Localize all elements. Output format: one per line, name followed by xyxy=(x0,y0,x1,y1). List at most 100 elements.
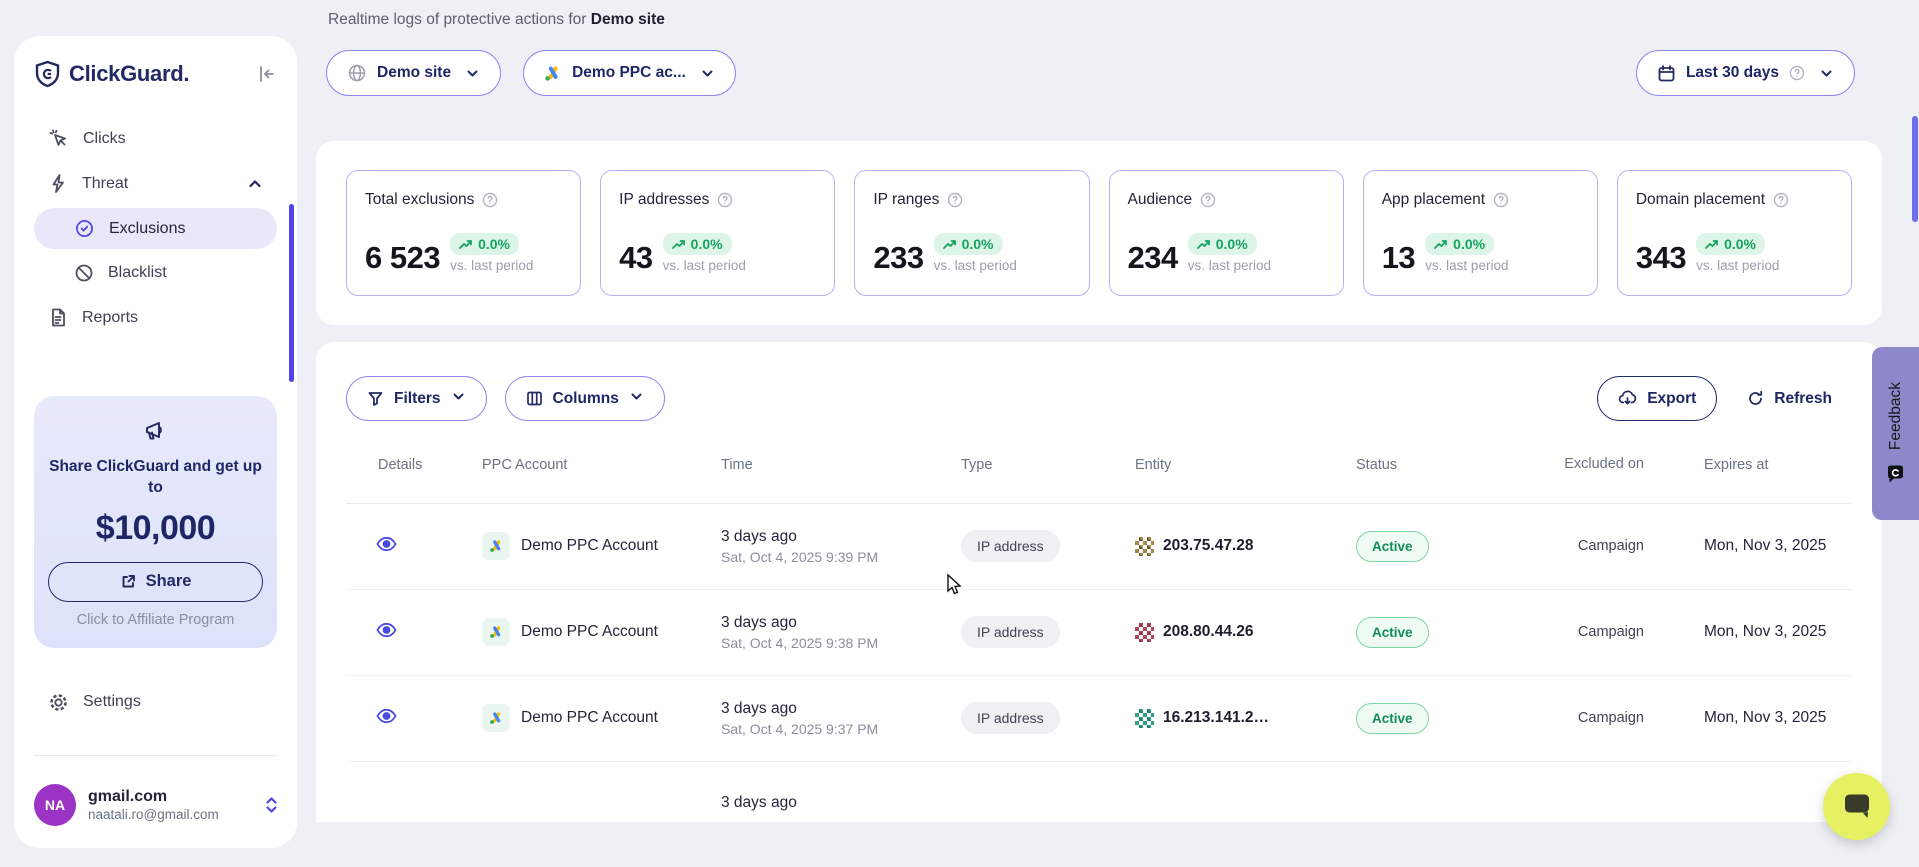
stat-delta-value: 0.0% xyxy=(1724,236,1756,252)
help-circle-icon[interactable] xyxy=(1789,65,1805,81)
time-absolute: Sat, Oct 4, 2025 9:38 PM xyxy=(721,635,961,651)
stat-label: Total exclusions xyxy=(365,191,474,209)
nav-label: Threat xyxy=(82,175,128,193)
cloud-download-icon xyxy=(1618,390,1637,407)
status-badge: Active xyxy=(1356,703,1429,734)
time-relative: 3 days ago xyxy=(721,794,961,812)
view-details-eye-icon[interactable] xyxy=(376,708,397,724)
brand-logo[interactable]: ClickGuard. xyxy=(34,60,189,88)
export-button[interactable]: Export xyxy=(1597,376,1717,421)
help-circle-icon[interactable] xyxy=(1493,192,1509,208)
page-scrollbar[interactable] xyxy=(1912,116,1918,222)
help-circle-icon[interactable] xyxy=(1773,192,1789,208)
col-header-status: Status xyxy=(1356,457,1546,473)
stat-delta-value: 0.0% xyxy=(478,236,510,252)
help-circle-icon[interactable] xyxy=(947,192,963,208)
stat-sub-label: vs. last period xyxy=(1188,258,1271,273)
trend-up-icon xyxy=(459,239,473,250)
nav-label: Clicks xyxy=(83,130,126,148)
sidebar-divider xyxy=(34,755,277,756)
sidebar-scrollbar[interactable] xyxy=(289,204,294,382)
sidebar-item-exclusions[interactable]: Exclusions xyxy=(34,208,277,249)
view-details-eye-icon[interactable] xyxy=(376,536,397,552)
user-email: naatali.ro@gmail.com xyxy=(88,807,219,822)
share-button[interactable]: Share xyxy=(48,562,263,602)
ppc-account-name: Demo PPC Account xyxy=(521,623,658,641)
sidebar-collapse-icon[interactable] xyxy=(257,64,277,84)
funnel-icon xyxy=(367,390,384,407)
sidebar-item-blacklist[interactable]: Blacklist xyxy=(34,253,277,293)
refresh-icon xyxy=(1747,390,1764,407)
excluded-on-value: Campaign xyxy=(1546,710,1664,726)
affiliate-promo-card: Share ClickGuard and get up to $10,000 S… xyxy=(34,396,277,648)
feedback-label: Feedback xyxy=(1887,382,1905,450)
sidebar-item-reports[interactable]: Reports xyxy=(34,297,277,338)
site-selector[interactable]: Demo site xyxy=(326,50,501,96)
help-circle-icon[interactable] xyxy=(482,192,498,208)
table-header-row: Details PPC Account Time Type Entity Sta… xyxy=(346,421,1852,504)
clickguard-shield-icon xyxy=(34,60,61,88)
exclusions-table-panel: Filters Columns Exp xyxy=(316,342,1882,822)
chevron-up-icon[interactable] xyxy=(247,176,263,192)
help-circle-icon[interactable] xyxy=(717,192,733,208)
expires-at-value: Mon, Nov 3, 2025 xyxy=(1664,709,1852,727)
sidebar-item-clicks[interactable]: Clicks xyxy=(34,118,277,159)
stat-value: 13 xyxy=(1382,242,1415,273)
google-ads-icon xyxy=(544,65,562,82)
account-switcher[interactable]: NA gmail.com naatali.ro@gmail.com xyxy=(34,784,279,826)
stat-sub-label: vs. last period xyxy=(1696,258,1779,273)
stat-card-domain-placement: Domain placement 343 0.0% vs. last perio… xyxy=(1617,170,1852,296)
col-header-excluded-on: Excluded on xyxy=(1546,455,1664,475)
calendar-icon xyxy=(1657,64,1676,83)
col-header-time: Time xyxy=(721,457,961,473)
entity-identicon xyxy=(1135,537,1154,556)
stat-delta-value: 0.0% xyxy=(1216,236,1248,252)
filters-button[interactable]: Filters xyxy=(346,376,487,421)
stat-card-app-placement: App placement 13 0.0% vs. last period xyxy=(1363,170,1598,296)
subtitle-text: Realtime logs of protective actions for xyxy=(328,11,586,28)
badge-check-icon xyxy=(74,218,95,239)
help-circle-icon[interactable] xyxy=(1200,192,1216,208)
cursor-click-icon xyxy=(48,128,69,149)
lightning-icon xyxy=(48,173,68,194)
nav-label: Settings xyxy=(83,693,141,711)
sidebar-nav: Clicks Threat Exclusions xyxy=(34,118,277,338)
excluded-on-value: Campaign xyxy=(1546,538,1664,554)
columns-button[interactable]: Columns xyxy=(505,376,665,421)
refresh-button[interactable]: Refresh xyxy=(1743,376,1836,421)
speech-bubble-icon xyxy=(1841,792,1873,822)
entity-identicon xyxy=(1135,709,1154,728)
stat-delta-value: 0.0% xyxy=(691,236,723,252)
col-header-entity: Entity xyxy=(1135,457,1356,473)
stat-sub-label: vs. last period xyxy=(663,258,746,273)
status-badge: Active xyxy=(1356,617,1429,648)
stat-delta-badge: 0.0% xyxy=(1188,233,1257,255)
brand-name: ClickGuard. xyxy=(69,61,189,87)
google-ads-icon xyxy=(482,532,510,560)
google-ads-icon xyxy=(482,618,510,646)
date-range-value: Last 30 days xyxy=(1686,64,1779,82)
feedback-tab[interactable]: Feedback xyxy=(1872,347,1919,520)
filters-button-label: Filters xyxy=(394,390,441,408)
date-range-selector[interactable]: Last 30 days xyxy=(1636,50,1855,96)
avatar: NA xyxy=(34,784,76,826)
col-header-expires-at: Expires at xyxy=(1664,457,1852,473)
view-details-eye-icon[interactable] xyxy=(376,622,397,638)
entity-value: 203.75.47.28 xyxy=(1163,537,1254,555)
nav-label: Blacklist xyxy=(108,264,167,282)
nav-label: Reports xyxy=(82,309,138,327)
time-absolute: Sat, Oct 4, 2025 9:39 PM xyxy=(721,549,961,565)
stat-sub-label: vs. last period xyxy=(1425,258,1508,273)
trend-up-icon xyxy=(1705,239,1719,250)
table-row: 3 days ago xyxy=(346,762,1852,848)
trend-up-icon xyxy=(943,239,957,250)
sidebar: ClickGuard. Clicks Threat xyxy=(14,36,297,848)
page-subtitle: Realtime logs of protective actions for … xyxy=(328,11,1882,29)
sidebar-item-settings[interactable]: Settings xyxy=(34,682,277,723)
ppc-account-selector[interactable]: Demo PPC ac... xyxy=(523,50,736,96)
promo-amount: $10,000 xyxy=(48,509,263,548)
col-header-type: Type xyxy=(961,457,1135,473)
chat-launcher-button[interactable] xyxy=(1823,773,1890,840)
sidebar-item-threat[interactable]: Threat xyxy=(34,163,277,204)
share-button-label: Share xyxy=(146,572,192,591)
